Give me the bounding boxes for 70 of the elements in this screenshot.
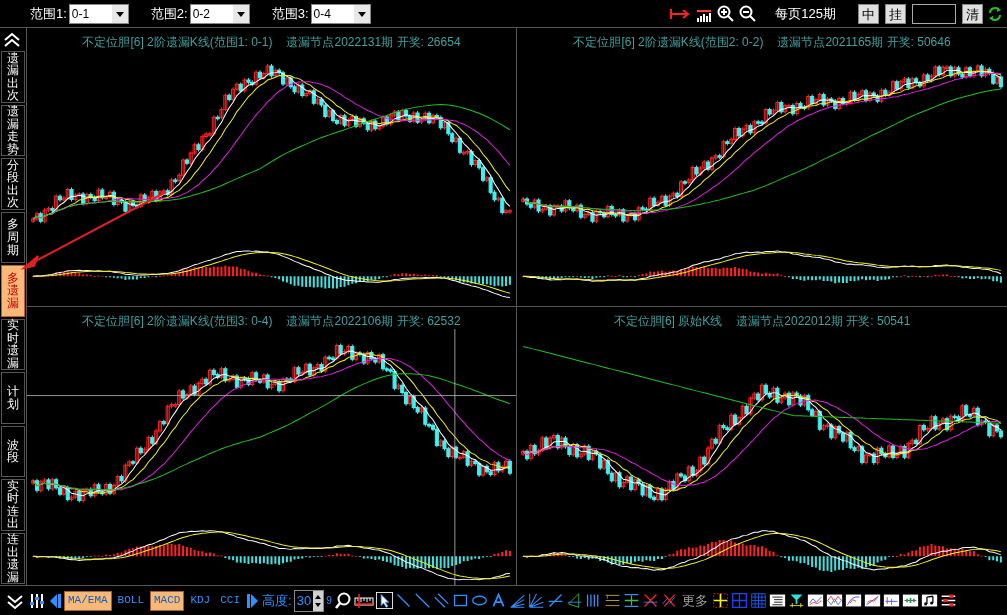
sidebar-tab[interactable]: 波段 xyxy=(1,425,25,477)
channel-icon[interactable] xyxy=(622,592,640,609)
list-icon[interactable] xyxy=(768,592,786,609)
height-label: 高度: xyxy=(262,591,292,610)
toolbar-button[interactable]: 清 xyxy=(962,3,983,24)
sidebar-tab[interactable]: 连出遗漏 xyxy=(1,532,25,584)
sidebar-tab[interactable]: 分段出次 xyxy=(1,158,25,210)
zigzag-chart-icon[interactable] xyxy=(825,592,843,609)
range-dropdown[interactable]: 0-2 xyxy=(189,3,250,24)
range-label: 范围2: xyxy=(150,4,188,23)
gann-lines-icon[interactable] xyxy=(603,592,621,609)
chart-node-label: 遗漏节点2021165期 开奖: 50646 xyxy=(777,34,951,50)
range-dropdown[interactable]: 0-4 xyxy=(310,3,371,24)
parallel-lines-icon[interactable] xyxy=(432,592,450,609)
fan-lines-icon[interactable] xyxy=(508,592,526,609)
sidebar-tab[interactable]: 实时遗漏 xyxy=(1,318,25,370)
dropdown-caret-icon[interactable] xyxy=(353,4,370,23)
more-button[interactable]: 更多 xyxy=(679,590,710,611)
rectangle-tool-icon[interactable] xyxy=(451,592,469,609)
text-input-field[interactable] xyxy=(912,3,956,24)
chart-node-label: 遗漏节点2022106期 开奖: 62532 xyxy=(286,312,461,329)
curve-chart-icon[interactable] xyxy=(844,592,862,609)
line-tool-icon[interactable] xyxy=(413,592,431,609)
range-dropdown[interactable]: 0-1 xyxy=(68,3,129,24)
range-label: 范围3: xyxy=(271,4,309,23)
chart-node-label: 遗漏节点2022012期 开奖: 50541 xyxy=(736,312,911,329)
trend-chart-icon[interactable] xyxy=(863,592,881,609)
cursor-icon[interactable] xyxy=(375,592,393,609)
indicator-tab[interactable]: MA/EMA xyxy=(64,590,112,611)
indicator-tab[interactable]: MACD xyxy=(150,590,185,611)
chart-title: 不定位胆[6] 2阶遗漏K线(范围2: 0-2) xyxy=(573,34,764,50)
scatter-chart-icon[interactable] xyxy=(882,592,900,609)
dropdown-caret-icon[interactable] xyxy=(111,4,128,23)
sliders-icon[interactable] xyxy=(28,591,46,610)
filter-icon[interactable] xyxy=(787,592,805,609)
line-chart-icon[interactable] xyxy=(806,592,824,609)
sidebar-tab[interactable]: 遗漏走势 xyxy=(1,104,25,156)
search-icon[interactable] xyxy=(333,591,352,610)
music-notes-icon[interactable] xyxy=(920,592,938,609)
next-arrow-icon[interactable] xyxy=(246,591,261,610)
cross-line-icon[interactable] xyxy=(546,592,564,609)
zoom-out-icon[interactable] xyxy=(739,4,758,23)
page-size-label: 每页125期 xyxy=(775,4,836,23)
delete-all-icon[interactable] xyxy=(660,592,678,609)
delete-drawing-icon[interactable] xyxy=(641,592,659,609)
range-label: 范围1: xyxy=(30,4,67,23)
height-spinner[interactable]: 30 xyxy=(293,589,325,612)
sidebar-tab[interactable]: 多周期 xyxy=(1,211,25,263)
chart-title: 不定位胆[6] 2阶遗漏K线(范围1: 0-1) xyxy=(82,34,273,50)
toolbar-button[interactable]: 挂 xyxy=(885,3,906,24)
ruler-icon[interactable] xyxy=(353,592,374,609)
dots-chart-icon[interactable] xyxy=(901,592,919,609)
toolbar-button[interactable]: 中 xyxy=(858,3,879,24)
zoom-in-icon[interactable] xyxy=(717,4,736,23)
chart-title: 不定位胆[6] 2阶遗漏K线(范围3: 0-4) xyxy=(82,312,273,329)
dropdown-caret-icon[interactable] xyxy=(232,4,249,23)
previous-arrow-icon[interactable] xyxy=(48,591,62,610)
sidebar-tab[interactable]: 多遗漏 xyxy=(1,265,25,317)
chart-node-label: 遗漏节点2022131期 开奖: 26654 xyxy=(286,34,461,50)
digit-label: 9 xyxy=(326,594,332,608)
sidebar-tab[interactable]: 计划 xyxy=(1,372,25,424)
sidebar-tab[interactable]: 实时连出 xyxy=(1,479,25,531)
fan-icon[interactable] xyxy=(527,592,545,609)
chart-title: 不定位胆[6] 原始K线 xyxy=(613,312,723,329)
triangle-tool-icon[interactable] xyxy=(565,592,583,609)
crosshair-grid-icon[interactable] xyxy=(711,592,729,609)
refresh-icon[interactable] xyxy=(987,4,1003,23)
sidebar-tab[interactable]: 遗漏出次 xyxy=(1,51,25,103)
spinner-arrows-icon[interactable] xyxy=(313,590,324,611)
settings-sliders-icon[interactable] xyxy=(939,592,957,609)
